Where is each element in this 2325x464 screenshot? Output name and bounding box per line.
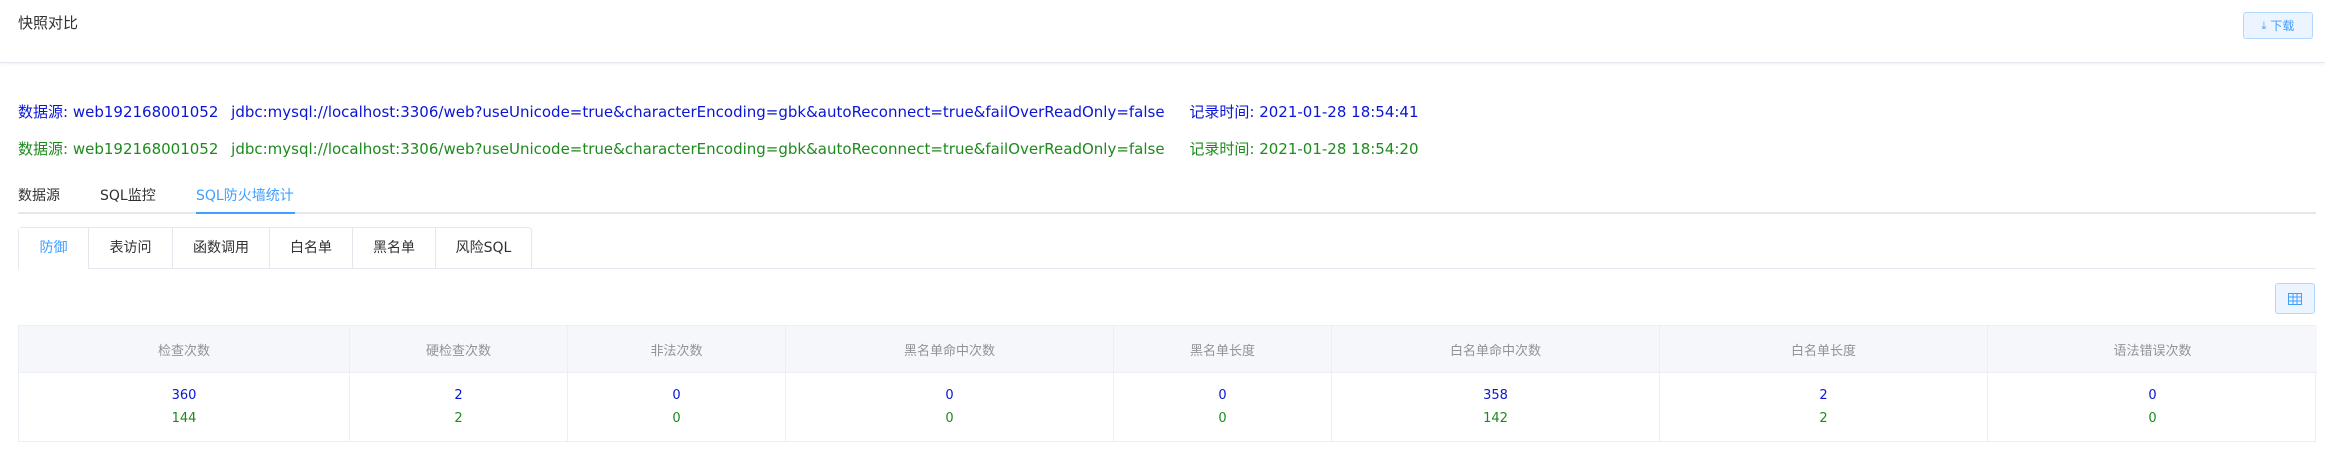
snapshot-b-value: 0 <box>672 411 681 426</box>
column-header-illegal-count: 非法次数 <box>568 326 786 373</box>
snapshot-b-value: 0 <box>945 411 954 426</box>
column-header-whitelist-hit-count: 白名单命中次数 <box>1332 326 1660 373</box>
subtab-risk-sql[interactable]: 风险SQL <box>435 228 531 268</box>
table-cell-hard-check-count: 2 2 <box>350 373 568 441</box>
main-tabs: 数据源 SQL监控 SQL防火墙统计 <box>18 180 2316 214</box>
page-title: 快照对比 <box>18 14 79 32</box>
snapshot-a-value: 358 <box>1483 388 1508 403</box>
source-url: jdbc:mysql://localhost:3306/web?useUnico… <box>231 103 1165 121</box>
snapshot-a-value: 2 <box>454 388 463 403</box>
source-url: jdbc:mysql://localhost:3306/web?useUnico… <box>231 140 1165 158</box>
column-header-whitelist-size: 白名单长度 <box>1660 326 1988 373</box>
firewall-stats-table: 检查次数 硬检查次数 非法次数 黑名单命中次数 黑名单长度 白名单命中次数 白名… <box>18 325 2317 442</box>
snapshot-b-value: 0 <box>1218 411 1227 426</box>
snapshot-source-line-2: 数据源: web192168001052 jdbc:mysql://localh… <box>18 138 1419 159</box>
source-label: 数据源: <box>18 103 69 121</box>
table-cell-check-count: 360 144 <box>19 373 350 441</box>
download-button-label: 下载 <box>2270 19 2295 33</box>
column-header-check-count: 检查次数 <box>19 326 350 373</box>
page-header: 快照对比 ⤓ 下载 <box>0 0 2325 63</box>
column-settings-button[interactable] <box>2275 283 2315 314</box>
active-tab-indicator <box>196 212 295 214</box>
column-header-blacklist-hit-count: 黑名单命中次数 <box>786 326 1114 373</box>
snapshot-a-value: 0 <box>945 388 954 403</box>
record-time-label: 记录时间: <box>1189 103 1255 121</box>
subtab-blacklist[interactable]: 黑名单 <box>352 228 435 268</box>
snapshot-source-line-1: 数据源: web192168001052 jdbc:mysql://localh… <box>18 101 1419 122</box>
download-icon: ⤓ <box>2261 19 2267 32</box>
column-header-blacklist-size: 黑名单长度 <box>1114 326 1332 373</box>
subtab-defense[interactable]: 防御 <box>19 228 88 269</box>
subtab-whitelist[interactable]: 白名单 <box>269 228 352 268</box>
table-grid-icon <box>2288 292 2302 305</box>
snapshot-a-value: 0 <box>2148 388 2157 403</box>
table-cell-blacklist-size: 0 0 <box>1114 373 1332 441</box>
table-cell-syntax-error-count: 0 0 <box>1988 373 2317 441</box>
table-cell-whitelist-size: 2 2 <box>1660 373 1988 441</box>
table-cell-illegal-count: 0 0 <box>568 373 786 441</box>
snapshot-a-value: 0 <box>1218 388 1227 403</box>
tab-datasource[interactable]: 数据源 <box>18 185 60 205</box>
tab-sql-firewall-stats[interactable]: SQL防火墙统计 <box>196 185 294 205</box>
subtab-table-access[interactable]: 表访问 <box>88 228 172 268</box>
snapshot-a-value: 360 <box>171 388 197 403</box>
snapshot-a-value: 0 <box>672 388 681 403</box>
snapshot-b-value: 142 <box>1483 411 1508 426</box>
sub-tab-group: 防御 表访问 函数调用 白名单 黑名单 风险SQL <box>18 227 532 269</box>
sub-tabs: 防御 表访问 函数调用 白名单 黑名单 风险SQL <box>18 227 2316 269</box>
subtab-function-call[interactable]: 函数调用 <box>172 228 269 268</box>
download-button[interactable]: ⤓ 下载 <box>2243 12 2313 39</box>
table-cell-whitelist-hit-count: 358 142 <box>1332 373 1660 441</box>
record-time: 2021-01-28 18:54:41 <box>1259 103 1419 121</box>
record-time-label: 记录时间: <box>1189 140 1255 158</box>
source-name: web192168001052 <box>72 140 219 158</box>
tab-sql-monitor[interactable]: SQL监控 <box>100 185 156 205</box>
snapshot-b-value: 2 <box>454 411 463 426</box>
snapshot-b-value: 2 <box>1819 411 1828 426</box>
column-header-syntax-error-count: 语法错误次数 <box>1988 326 2317 373</box>
snapshot-a-value: 2 <box>1819 388 1828 403</box>
snapshot-b-value: 0 <box>2148 411 2157 426</box>
snapshot-b-value: 144 <box>171 411 197 426</box>
record-time: 2021-01-28 18:54:20 <box>1259 140 1419 158</box>
table-cell-blacklist-hit-count: 0 0 <box>786 373 1114 441</box>
source-label: 数据源: <box>18 140 69 158</box>
source-name: web192168001052 <box>72 103 219 121</box>
column-header-hard-check-count: 硬检查次数 <box>350 326 568 373</box>
